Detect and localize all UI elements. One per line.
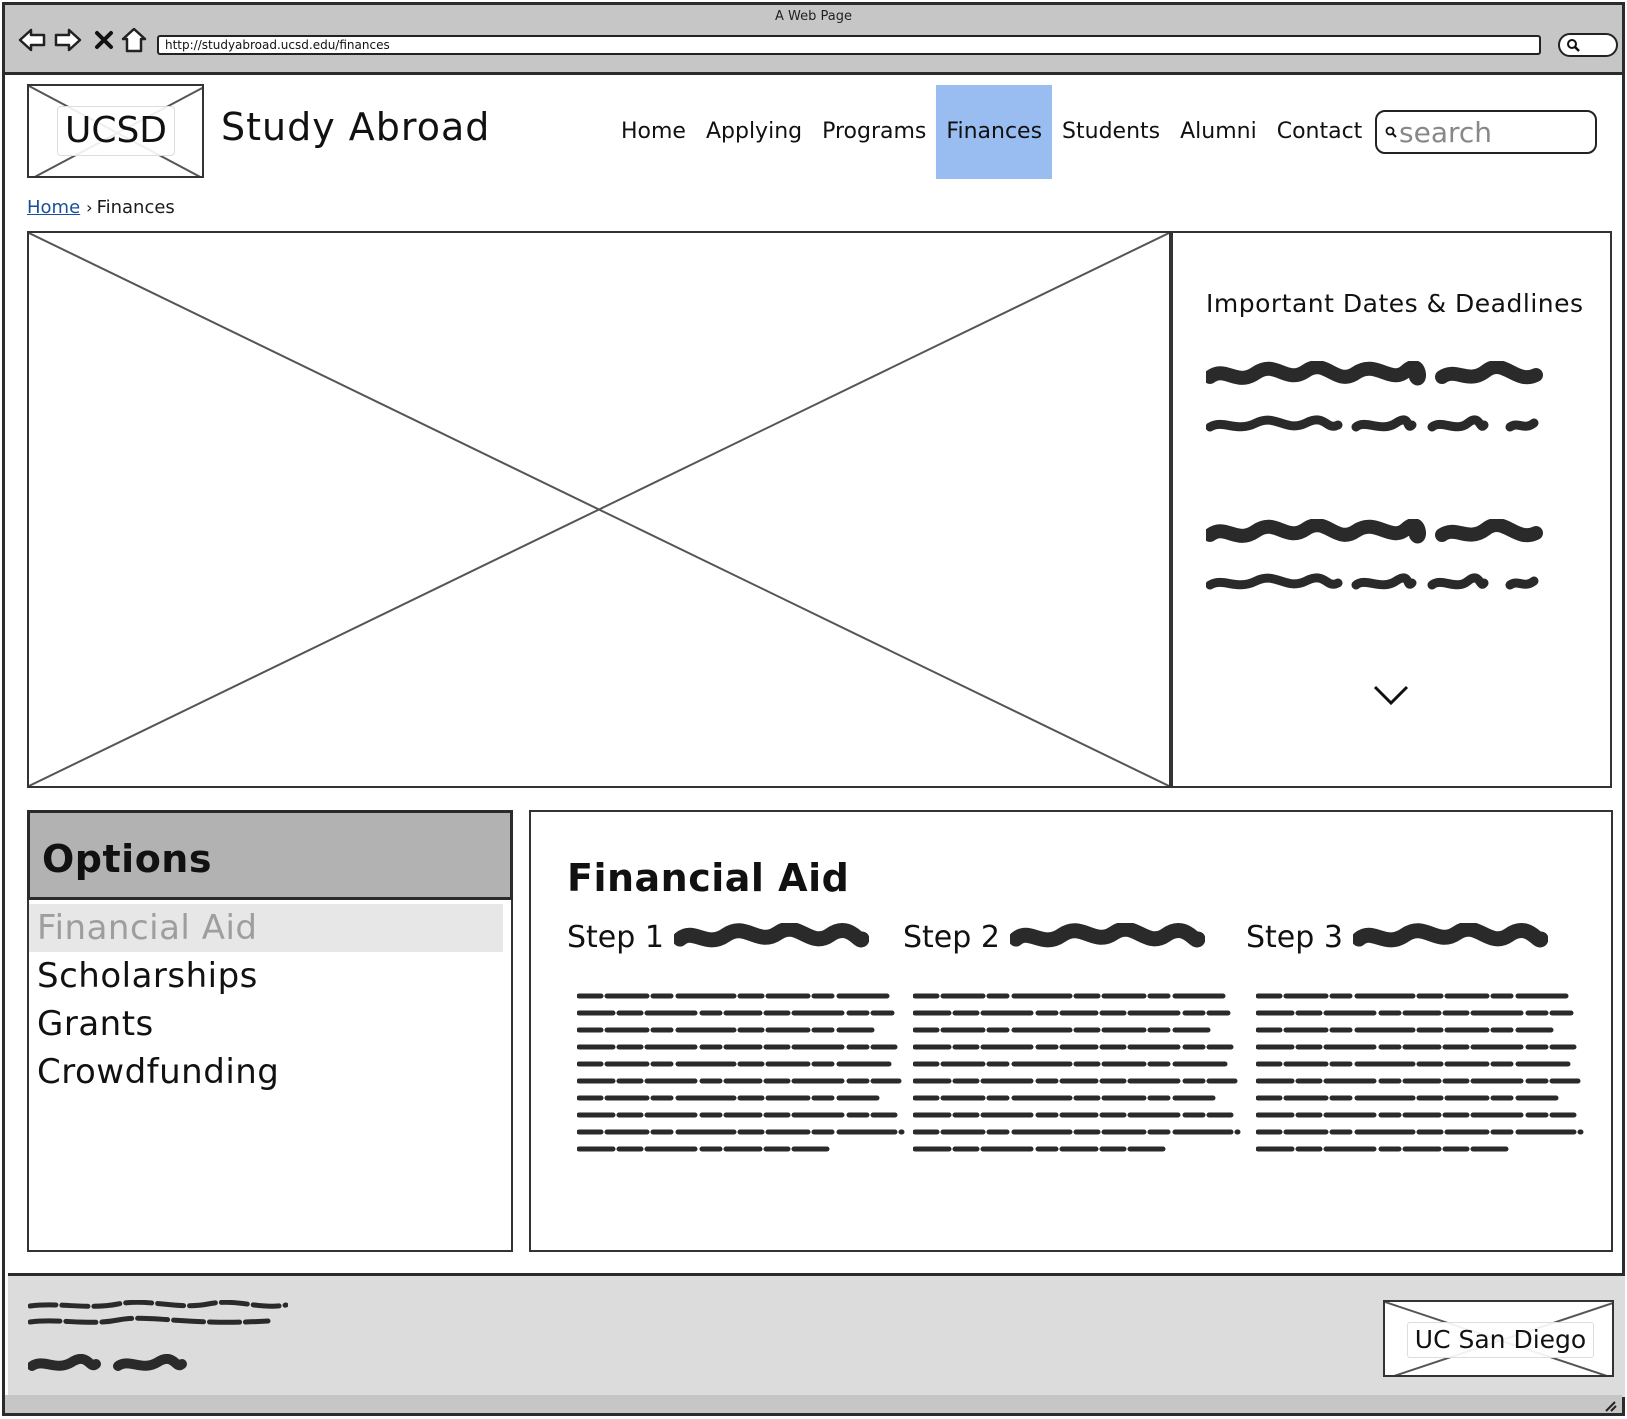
- option-item-scholarships[interactable]: Scholarships: [29, 952, 503, 1000]
- nav-item-programs[interactable]: Programs: [812, 85, 936, 179]
- chevron-down-icon[interactable]: [1371, 681, 1411, 709]
- footer: UC San Diego: [8, 1273, 1625, 1400]
- forward-icon[interactable]: [53, 25, 83, 55]
- site-search[interactable]: [1375, 110, 1597, 154]
- breadcrumb-current: Finances: [96, 197, 175, 218]
- breadcrumb: Home › Finances: [27, 197, 175, 218]
- deadline-heading-scribble: [1206, 361, 1543, 386]
- ucsd-logo[interactable]: UCSD: [27, 84, 204, 178]
- address-bar[interactable]: http://studyabroad.ucsd.edu/finances: [157, 35, 1541, 55]
- nav-item-home[interactable]: Home: [611, 85, 696, 179]
- options-header: Options: [27, 810, 513, 900]
- financial-aid-panel: Financial Aid Step 1 Step 2 Step 3: [529, 810, 1613, 1252]
- deadlines-title: Important Dates & Deadlines: [1206, 289, 1584, 318]
- nav-item-finances[interactable]: Finances: [936, 85, 1053, 179]
- nav-item-students[interactable]: Students: [1052, 85, 1170, 179]
- step-label: Step 3: [1246, 920, 1343, 955]
- step-body-scribble: [1256, 993, 1584, 1152]
- options-title: Options: [42, 837, 212, 881]
- step-3: Step 3: [1246, 920, 1584, 1152]
- step-label: Step 2: [903, 920, 1000, 955]
- breadcrumb-home-link[interactable]: Home: [27, 197, 80, 218]
- chevron-right-icon: ›: [86, 198, 93, 217]
- step-body-scribble: [913, 993, 1241, 1152]
- nav-item-alumni[interactable]: Alumni: [1170, 85, 1267, 179]
- footer-text-scribble: [28, 1300, 288, 1325]
- close-icon[interactable]: [89, 25, 119, 55]
- deadline-detail-scribble: [1206, 415, 1539, 432]
- site-title: Study Abroad: [221, 105, 491, 149]
- main-nav: Home Applying Programs Finances Students Alum…: [611, 85, 1372, 179]
- deadline-detail-scribble: [1206, 573, 1539, 590]
- resize-grip-icon[interactable]: [1602, 1398, 1618, 1412]
- deadline-heading-scribble: [1206, 519, 1543, 544]
- home-icon[interactable]: [119, 25, 149, 55]
- back-icon[interactable]: [17, 25, 47, 55]
- step-heading-scribble: [1008, 921, 1206, 947]
- status-bar: [5, 1395, 1622, 1413]
- nav-item-applying[interactable]: Applying: [696, 85, 812, 179]
- uc-san-diego-logo[interactable]: UC San Diego: [1383, 1300, 1614, 1377]
- option-item-financial-aid[interactable]: Financial Aid: [29, 904, 503, 952]
- step-body-scribble: [577, 993, 905, 1152]
- hero-image: [27, 231, 1171, 788]
- browser-window: A Web Page http://studyabroad.ucsd.edu/f…: [2, 2, 1625, 1416]
- window-title: A Web Page: [775, 9, 852, 24]
- image-placeholder-icon: [29, 233, 1169, 786]
- footer-logo-text: UC San Diego: [1407, 1322, 1594, 1358]
- step-2: Step 2: [903, 920, 1241, 1152]
- step-label: Step 1: [567, 920, 664, 955]
- options-panel: Options Financial Aid Scholarships Grants C…: [27, 810, 513, 1252]
- footer-links-scribble[interactable]: [28, 1354, 188, 1378]
- nav-item-contact[interactable]: Contact: [1267, 85, 1373, 179]
- options-list: Financial Aid Scholarships Grants Crowdfund…: [29, 904, 503, 1096]
- deadlines-panel: Important Dates & Deadlines: [1171, 231, 1612, 788]
- content-title: Financial Aid: [567, 856, 850, 900]
- browser-toolbar: A Web Page http://studyabroad.ucsd.edu/f…: [5, 5, 1622, 75]
- step-1: Step 1: [567, 920, 905, 1152]
- step-heading-scribble: [1351, 921, 1549, 947]
- browser-search-field[interactable]: [1558, 33, 1618, 57]
- step-heading-scribble: [672, 921, 870, 947]
- option-item-grants[interactable]: Grants: [29, 1000, 503, 1048]
- logo-text: UCSD: [57, 106, 175, 156]
- option-item-crowdfunding[interactable]: Crowdfunding: [29, 1048, 503, 1096]
- search-input[interactable]: [1399, 116, 1589, 148]
- search-icon: [1567, 39, 1580, 52]
- search-icon: [1385, 126, 1397, 138]
